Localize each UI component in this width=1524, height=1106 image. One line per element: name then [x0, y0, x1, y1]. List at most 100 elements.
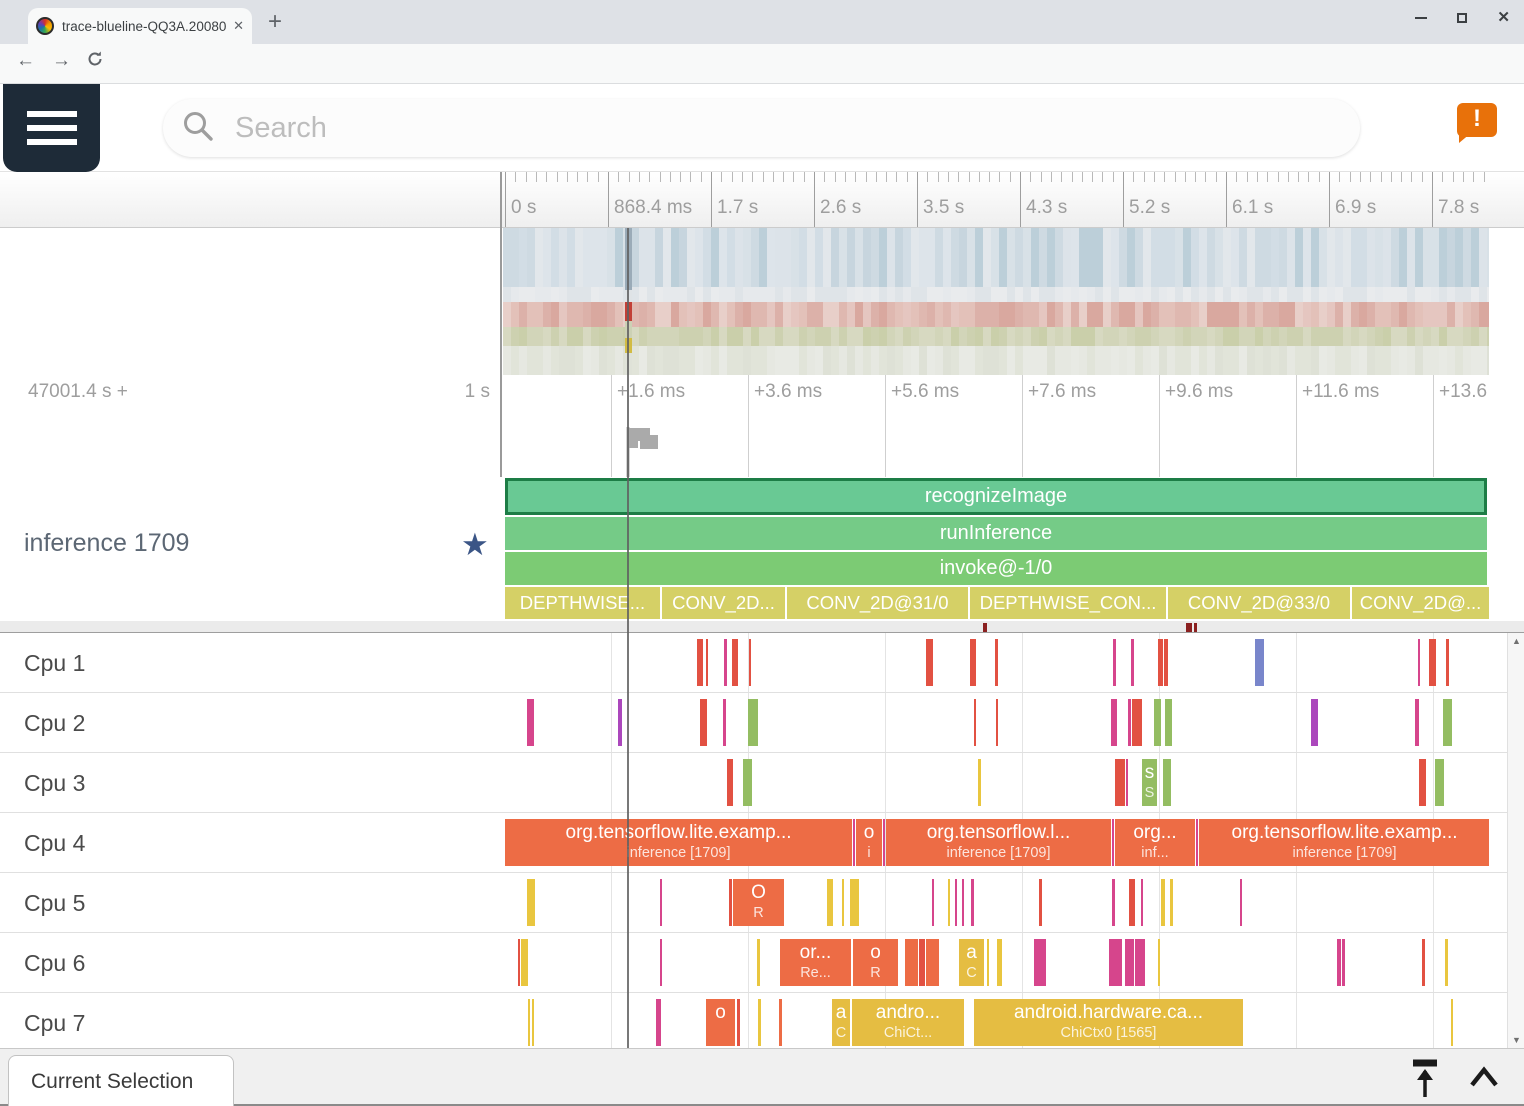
window-maximize-button[interactable]	[1457, 13, 1467, 23]
cpu-slice[interactable]: org.tensorflow.lite.examp...inference [1…	[505, 819, 852, 866]
cpu-slice[interactable]: aC	[959, 939, 984, 986]
cpu-slice[interactable]	[1419, 759, 1426, 806]
cpu-slice[interactable]	[948, 879, 950, 926]
cpu-slice[interactable]	[518, 939, 520, 986]
cpu-slice[interactable]	[962, 879, 964, 926]
cpu-slice[interactable]	[1161, 879, 1165, 926]
dock-to-top-icon[interactable]	[1408, 1059, 1442, 1099]
cpu-slice[interactable]	[706, 639, 708, 686]
cpu-slice[interactable]	[700, 699, 707, 746]
window-close-button[interactable]: ✕	[1497, 12, 1510, 24]
cpu-slice[interactable]	[618, 699, 622, 746]
cpu-slice[interactable]	[727, 759, 733, 806]
flag-marker-icon[interactable]	[626, 425, 660, 477]
cpu-slice[interactable]	[748, 699, 758, 746]
cpu-slice[interactable]: org.tensorflow.lite.examp...inference [1…	[1199, 819, 1489, 866]
cpu-slice[interactable]	[732, 639, 738, 686]
cpu-slice[interactable]: o	[706, 999, 735, 1046]
slice-runinference[interactable]: runInference	[505, 517, 1487, 550]
cpu-slice[interactable]: org.tensorflow.l...inference [1709]	[886, 819, 1111, 866]
cpu-slice[interactable]	[1435, 759, 1444, 806]
cpu-slice[interactable]	[842, 879, 844, 926]
cpu-slice[interactable]	[987, 939, 989, 986]
cpu-slice[interactable]	[1125, 939, 1134, 986]
cpu-slice[interactable]: org...inf...	[1115, 819, 1195, 866]
cpu-slice[interactable]	[1126, 759, 1128, 806]
cpu-slice[interactable]	[1311, 699, 1318, 746]
cpu-slice[interactable]	[1034, 939, 1046, 986]
cpu-slice[interactable]	[1451, 999, 1453, 1046]
slice-recognizeimage[interactable]: recognizeImage	[505, 478, 1487, 515]
cpu-slice[interactable]	[1415, 699, 1419, 746]
cpu-slice[interactable]	[955, 879, 957, 926]
cpu-slice[interactable]	[1135, 939, 1145, 986]
search-input[interactable]	[233, 111, 1233, 146]
cpu-slice[interactable]	[1112, 879, 1115, 926]
cpu-slice[interactable]	[724, 639, 727, 686]
cpu-slice[interactable]: aC	[832, 999, 850, 1046]
cpu-slice[interactable]	[1158, 639, 1163, 686]
collapse-panel-chevron-icon[interactable]	[1468, 1065, 1500, 1089]
current-selection-tab[interactable]: Current Selection	[8, 1055, 234, 1106]
cpu-slice[interactable]	[883, 819, 885, 866]
cpu-slice[interactable]	[757, 939, 760, 986]
cpu-slice[interactable]	[1131, 639, 1134, 686]
cpu-slice[interactable]	[749, 639, 751, 686]
cpu-slice[interactable]	[1129, 879, 1135, 926]
cpu-slice[interactable]	[1141, 879, 1143, 926]
op-slice[interactable]: CONV_2D@33/0	[1168, 587, 1350, 619]
cpu-slice[interactable]	[743, 759, 752, 806]
cpu-slice[interactable]: sS	[1142, 759, 1157, 806]
cpu-slice[interactable]	[1446, 639, 1449, 686]
feedback-bug-button[interactable]: !	[1457, 103, 1497, 143]
cpu-slice[interactable]	[1255, 639, 1264, 686]
cpu-slice[interactable]: OR	[733, 879, 784, 926]
cpu-slice[interactable]	[853, 819, 855, 866]
cpu-slice[interactable]: andro...ChiCt...	[852, 999, 964, 1046]
cpu-slice[interactable]	[926, 639, 933, 686]
cpu-slice[interactable]	[997, 939, 1002, 986]
cpu-slice[interactable]	[660, 879, 662, 926]
sidebar-menu-button[interactable]	[3, 84, 100, 172]
cpu-slice[interactable]	[528, 999, 530, 1046]
cpu-slice[interactable]	[919, 939, 925, 986]
op-slice[interactable]: DEPTHWISE...	[505, 587, 660, 619]
cpu-slice[interactable]	[1165, 699, 1172, 746]
cpu-slice[interactable]	[729, 879, 732, 926]
cpu-slice[interactable]	[1111, 699, 1117, 746]
cpu-slice[interactable]	[996, 699, 998, 746]
cpu-slice[interactable]: oR	[853, 939, 898, 986]
slice-invoke--1-0[interactable]: invoke@-1/0	[505, 552, 1487, 585]
cpu-slice[interactable]	[1196, 819, 1198, 866]
scroll-up-icon[interactable]: ▲	[1508, 636, 1524, 646]
cpu-slice[interactable]	[1163, 759, 1171, 806]
forward-button[interactable]: →	[52, 50, 71, 72]
cpu-slice[interactable]	[1164, 639, 1168, 686]
cpu-slice[interactable]	[1154, 699, 1161, 746]
cpu-slice[interactable]	[527, 699, 534, 746]
cpu-slice[interactable]	[827, 879, 833, 926]
cpu-slice[interactable]	[1342, 939, 1345, 986]
cpu-slice[interactable]: or...Re...	[780, 939, 851, 986]
cpu-slice[interactable]	[1132, 699, 1142, 746]
cpu-slice[interactable]	[660, 939, 662, 986]
search-bar[interactable]	[163, 99, 1360, 157]
cpu-slice[interactable]	[1158, 939, 1160, 986]
cpu-slice[interactable]	[1445, 939, 1448, 986]
cpu-slice[interactable]	[1337, 939, 1341, 986]
scroll-down-icon[interactable]: ▼	[1508, 1035, 1524, 1045]
cpu-slice[interactable]	[697, 639, 703, 686]
trace-overview-minimap[interactable]	[503, 228, 1489, 375]
op-slice[interactable]: CONV_2D@31/0	[787, 587, 968, 619]
op-slice[interactable]: CONV_2D@...	[1352, 587, 1489, 619]
star-pin-icon[interactable]: ★	[461, 527, 489, 563]
cpu-slice[interactable]	[970, 639, 976, 686]
cpu-slice[interactable]	[1418, 639, 1420, 686]
cpu-slice[interactable]	[532, 999, 534, 1046]
cpu-slice[interactable]	[737, 999, 740, 1046]
cpu-slice[interactable]	[978, 759, 981, 806]
cpu-slice[interactable]	[1422, 939, 1425, 986]
op-slice[interactable]: DEPTHWISE_CON...	[970, 587, 1166, 619]
cpu-slice[interactable]	[926, 939, 939, 986]
reload-button[interactable]	[86, 50, 104, 73]
